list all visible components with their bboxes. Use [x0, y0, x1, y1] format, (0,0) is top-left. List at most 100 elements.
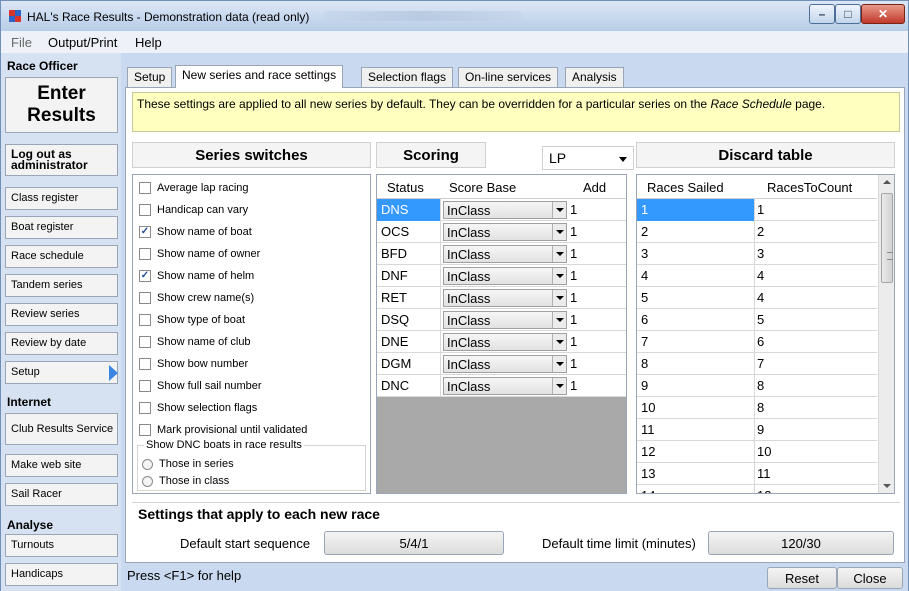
status-cell[interactable]: OCS	[377, 221, 441, 243]
sidebar-item-make-web-site[interactable]: Make web site	[5, 454, 118, 477]
status-cell[interactable]: BFD	[377, 243, 441, 265]
checkbox[interactable]	[139, 336, 151, 348]
dnc-option-1[interactable]: Those in class	[142, 473, 229, 489]
races-to-count-cell[interactable]: 9	[757, 422, 764, 437]
chevron-down-icon[interactable]	[552, 378, 566, 394]
chevron-down-icon[interactable]	[552, 290, 566, 306]
add-cell[interactable]: 1	[570, 246, 577, 261]
races-sailed-cell[interactable]: 10	[637, 397, 755, 419]
races-sailed-cell[interactable]: 8	[637, 353, 755, 375]
sidebar-item-class-register[interactable]: Class register	[5, 187, 118, 210]
races-sailed-cell[interactable]: 9	[637, 375, 755, 397]
races-to-count-cell[interactable]: 4	[757, 290, 764, 305]
status-cell[interactable]: RET	[377, 287, 441, 309]
enter-results-button[interactable]: Enter Results	[5, 77, 118, 133]
radio-button[interactable]	[142, 475, 153, 487]
chevron-down-icon[interactable]	[552, 202, 566, 218]
switch-7[interactable]: Show name of club	[139, 334, 251, 350]
minimize-button[interactable]: –	[809, 4, 835, 24]
sidebar-item-tandem-series[interactable]: Tandem series	[5, 274, 118, 297]
tab-new-series-and-race-settings[interactable]: New series and race settings	[175, 65, 344, 88]
tab-setup[interactable]: Setup	[127, 67, 173, 87]
score-base-combo[interactable]: InClass	[443, 311, 567, 329]
races-sailed-cell[interactable]: 4	[637, 265, 755, 287]
logout-button[interactable]: Log out as administrator	[5, 144, 118, 176]
checkbox[interactable]	[139, 424, 151, 436]
sidebar-item-turnouts[interactable]: Turnouts	[5, 534, 118, 557]
sidebar-item-review-by-date[interactable]: Review by date	[5, 332, 118, 355]
chevron-down-icon[interactable]	[552, 268, 566, 284]
checkbox-checked[interactable]: ✓	[139, 270, 151, 282]
checkbox[interactable]	[139, 204, 151, 216]
score-base-combo[interactable]: InClass	[443, 245, 567, 263]
maximize-button[interactable]: □	[835, 4, 861, 24]
scroll-thumb[interactable]	[881, 193, 893, 283]
score-base-combo[interactable]: InClass	[443, 267, 567, 285]
races-sailed-cell[interactable]: 2	[637, 221, 755, 243]
races-to-count-cell[interactable]: 6	[757, 334, 764, 349]
checkbox[interactable]	[139, 402, 151, 414]
scroll-down-icon[interactable]	[883, 484, 891, 488]
menu-help[interactable]: Help	[135, 35, 162, 50]
switch-0[interactable]: Average lap racing	[139, 180, 249, 196]
score-base-combo[interactable]: InClass	[443, 333, 567, 351]
status-cell[interactable]: DNF	[377, 265, 441, 287]
add-cell[interactable]: 1	[570, 268, 577, 283]
menu-output-print[interactable]: Output/Print	[48, 35, 117, 50]
status-cell[interactable]: DNE	[377, 331, 441, 353]
score-base-combo[interactable]: InClass	[443, 201, 567, 219]
races-to-count-cell[interactable]: 4	[757, 268, 764, 283]
close-button[interactable]: Close	[837, 567, 903, 589]
races-to-count-cell[interactable]: 10	[757, 444, 771, 459]
races-to-count-cell[interactable]: 2	[757, 224, 764, 239]
sidebar-item-sail-racer[interactable]: Sail Racer	[5, 483, 118, 506]
switch-8[interactable]: Show bow number	[139, 356, 248, 372]
score-base-combo[interactable]: InClass	[443, 289, 567, 307]
chevron-down-icon[interactable]	[552, 224, 566, 240]
races-to-count-cell[interactable]: 3	[757, 246, 764, 261]
status-cell[interactable]: DSQ	[377, 309, 441, 331]
menu-file[interactable]: File	[11, 35, 32, 50]
sidebar-item-boat-register[interactable]: Boat register	[5, 216, 118, 239]
add-cell[interactable]: 1	[570, 290, 577, 305]
scoring-system-select[interactable]: LP	[542, 146, 634, 170]
races-to-count-cell[interactable]: 12	[757, 488, 771, 493]
sidebar-item-setup[interactable]: Setup	[5, 361, 118, 384]
tab-selection-flags[interactable]: Selection flags	[361, 67, 454, 87]
switch-5[interactable]: Show crew name(s)	[139, 290, 254, 306]
checkbox-checked[interactable]: ✓	[139, 226, 151, 238]
scroll-up-icon[interactable]	[883, 180, 891, 184]
checkbox[interactable]	[139, 248, 151, 260]
races-to-count-cell[interactable]: 11	[757, 466, 771, 481]
status-cell[interactable]: DNS	[377, 199, 441, 221]
tab-analysis[interactable]: Analysis	[565, 67, 624, 87]
score-base-combo[interactable]: InClass	[443, 223, 567, 241]
sidebar-item-club-results-service[interactable]: Club Results Service	[5, 413, 118, 445]
races-sailed-cell[interactable]: 7	[637, 331, 755, 353]
races-sailed-cell[interactable]: 11	[637, 419, 755, 441]
switch-3[interactable]: Show name of owner	[139, 246, 260, 262]
tab-online-services[interactable]: On-line services	[458, 67, 559, 87]
reset-button[interactable]: Reset	[767, 567, 837, 589]
chevron-down-icon[interactable]	[552, 356, 566, 372]
score-base-combo[interactable]: InClass	[443, 355, 567, 373]
switch-11[interactable]: Mark provisional until validated	[139, 422, 307, 438]
add-cell[interactable]: 1	[570, 202, 577, 217]
races-to-count-cell[interactable]: 8	[757, 400, 764, 415]
discard-scrollbar[interactable]	[878, 175, 894, 493]
add-cell[interactable]: 1	[570, 356, 577, 371]
checkbox[interactable]	[139, 380, 151, 392]
title-bar[interactable]: HAL's Race Results - Demonstration data …	[1, 1, 908, 31]
switch-1[interactable]: Handicap can vary	[139, 202, 248, 218]
switch-9[interactable]: Show full sail number	[139, 378, 262, 394]
status-cell[interactable]: DNC	[377, 375, 441, 397]
races-sailed-cell[interactable]: 1	[637, 199, 755, 221]
add-cell[interactable]: 1	[570, 334, 577, 349]
score-base-combo[interactable]: InClass	[443, 377, 567, 395]
add-cell[interactable]: 1	[570, 312, 577, 327]
races-to-count-cell[interactable]: 1	[757, 202, 764, 217]
start-sequence-button[interactable]: 5/4/1	[324, 531, 504, 555]
checkbox[interactable]	[139, 292, 151, 304]
races-to-count-cell[interactable]: 5	[757, 312, 764, 327]
status-cell[interactable]: DGM	[377, 353, 441, 375]
